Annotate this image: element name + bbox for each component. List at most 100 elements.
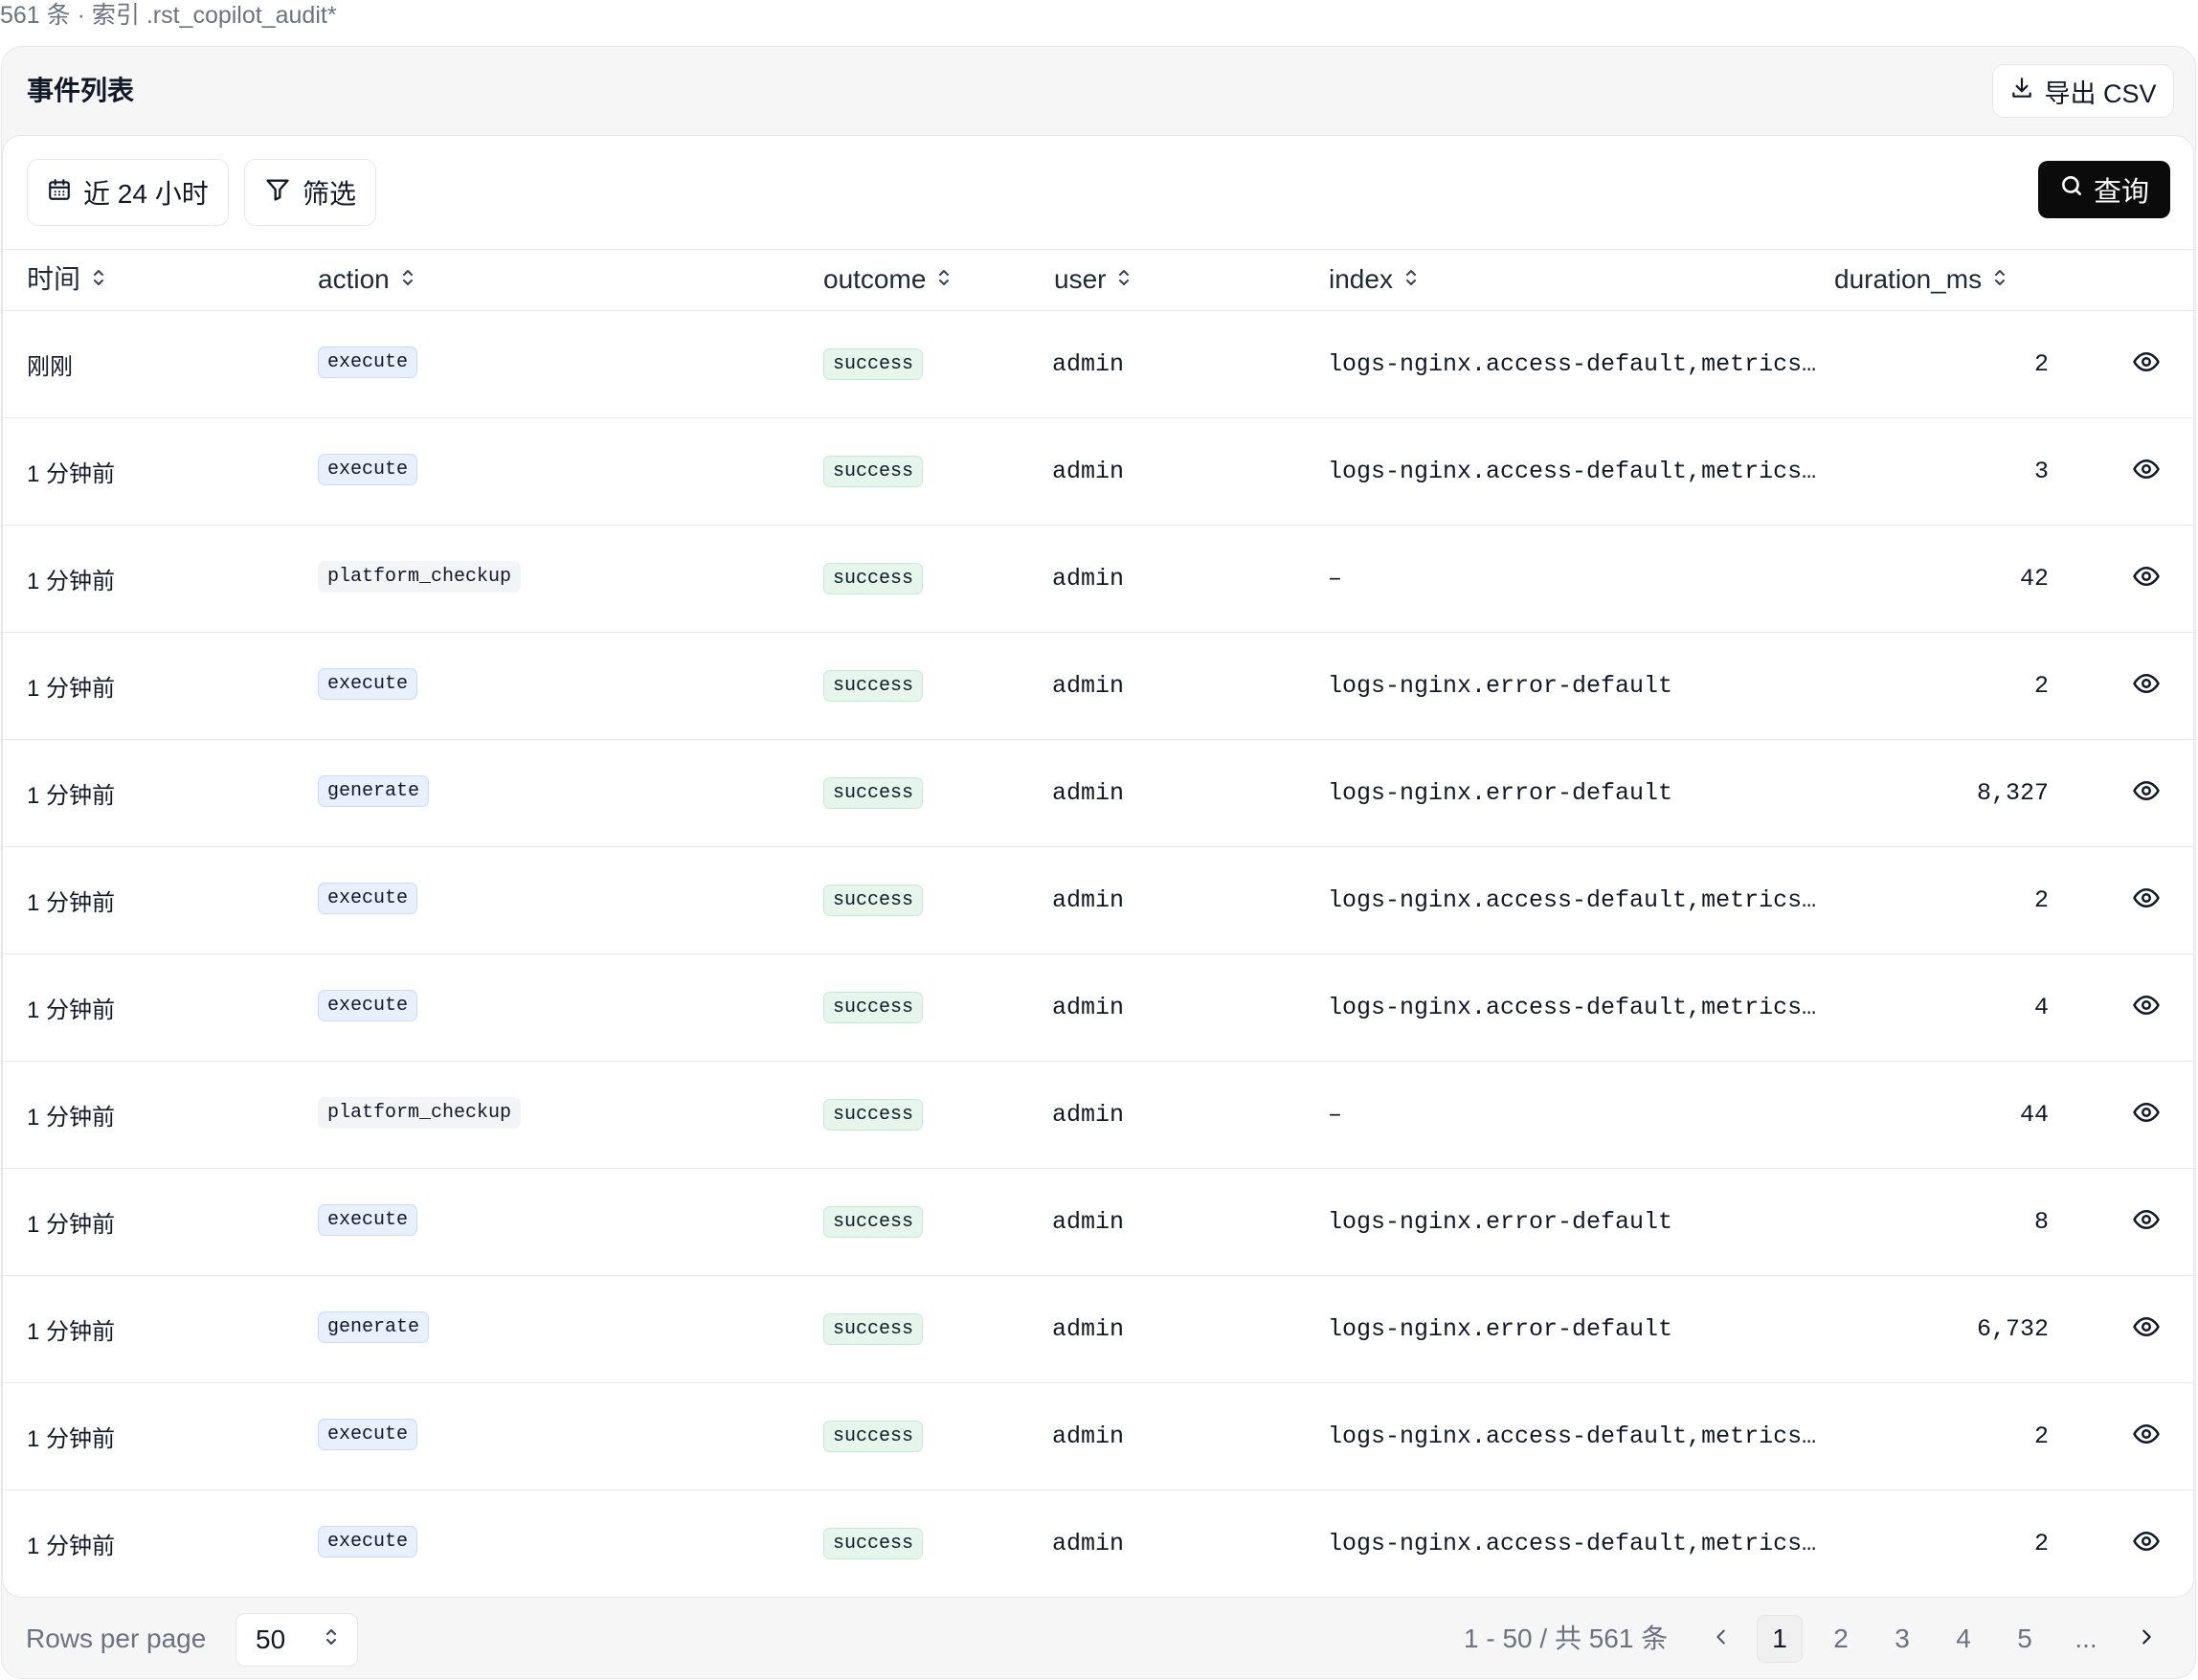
outcome-badge: success <box>823 1312 924 1345</box>
time-range-button[interactable]: 近 24 小时 <box>27 159 229 226</box>
cell-index: logs-nginx.error-default <box>1328 739 1672 846</box>
page-subtitle: 561 条 · 索引 .rst_copilot_audit* <box>0 2 337 29</box>
table-row[interactable]: 1 分钟前 execute success admin logs-nginx.acces… <box>3 846 2193 954</box>
view-detail-button[interactable] <box>2128 739 2164 846</box>
time-text: 1 分钟前 <box>27 997 116 1023</box>
index-text: logs-nginx.access-default,metrics… <box>1328 457 1817 485</box>
action-tag: execute <box>318 989 418 1021</box>
duration-text: 42 <box>2019 564 2049 593</box>
cell-user: admin <box>1052 739 1124 846</box>
table-row[interactable]: 1 分钟前 execute success admin logs-nginx.error… <box>3 1168 2193 1276</box>
duration-text: 2 <box>2033 1422 2049 1450</box>
time-text: 1 分钟前 <box>27 568 116 594</box>
view-detail-button[interactable] <box>2128 1275 2164 1382</box>
outcome-badge: success <box>823 884 924 916</box>
column-header-action[interactable]: action <box>318 249 416 310</box>
table-row[interactable]: 1 分钟前 execute success admin logs-nginx.error… <box>3 632 2193 740</box>
search-icon <box>2059 173 2084 206</box>
page-button-3[interactable]: 3 <box>1879 1598 1925 1680</box>
index-text: logs-nginx.access-default,metrics… <box>1328 993 1817 1021</box>
index-text: logs-nginx.error-default <box>1328 671 1673 700</box>
table-row[interactable]: 1 分钟前 execute success admin logs-nginx.acces… <box>3 417 2193 526</box>
table-row[interactable]: 1 分钟前 execute success admin logs-nginx.acces… <box>3 1490 2193 1597</box>
view-detail-button[interactable] <box>2128 1490 2164 1597</box>
table-row[interactable]: 1 分钟前 platform_checkup success admin – 42 <box>3 525 2193 633</box>
query-button[interactable]: 查询 <box>2038 161 2170 218</box>
table-footer: Rows per page 50 1 - 50 / 共 561 条 1 2 3 … <box>2 1598 2195 1680</box>
cell-user: admin <box>1052 953 1124 1061</box>
next-page-button[interactable] <box>2129 1598 2164 1680</box>
cell-action: execute <box>318 953 418 1061</box>
outcome-badge: success <box>823 1098 924 1131</box>
column-header-user[interactable]: user <box>1054 249 1133 310</box>
action-tag: platform_checkup <box>318 560 522 593</box>
column-label: action <box>318 264 390 294</box>
outcome-badge: success <box>823 455 924 487</box>
page-button-2[interactable]: 2 <box>1818 1598 1864 1680</box>
cell-action: execute <box>318 417 418 525</box>
toolbar: 近 24 小时 筛选 查询 <box>3 136 2193 250</box>
filter-button[interactable]: 筛选 <box>244 159 377 226</box>
user-text: admin <box>1052 1422 1125 1450</box>
table-row[interactable]: 1 分钟前 execute success admin logs-nginx.acces… <box>3 1382 2193 1490</box>
page-button-1[interactable]: 1 <box>1757 1615 1803 1663</box>
cell-user: admin <box>1052 1490 1124 1597</box>
eye-icon <box>2132 1527 2161 1560</box>
duration-text: 44 <box>2019 1100 2049 1129</box>
table-row[interactable]: 1 分钟前 generate success admin logs-nginx.erro… <box>3 739 2193 847</box>
user-text: admin <box>1052 778 1125 807</box>
table-row[interactable]: 刚刚 execute success admin logs-nginx.access-d… <box>3 310 2193 418</box>
page-button-5[interactable]: 5 <box>2002 1598 2048 1680</box>
cell-action: execute <box>318 1382 418 1490</box>
action-tag: generate <box>318 774 430 807</box>
cell-index: logs-nginx.access-default,metrics… <box>1328 1490 1816 1597</box>
outcome-badge: success <box>823 562 924 594</box>
index-text: – <box>1328 1100 1343 1129</box>
view-detail-button[interactable] <box>2128 525 2164 632</box>
cell-action: platform_checkup <box>318 1061 522 1168</box>
cell-user: admin <box>1052 417 1124 525</box>
view-detail-button[interactable] <box>2128 1168 2164 1275</box>
view-detail-button[interactable] <box>2128 1061 2164 1168</box>
cell-duration: 42 <box>2020 525 2049 632</box>
column-header-index[interactable]: index <box>1329 249 1420 310</box>
cell-duration: 2 <box>2034 632 2049 739</box>
table-row[interactable]: 1 分钟前 platform_checkup success admin – 44 <box>3 1061 2193 1169</box>
table-row[interactable]: 1 分钟前 generate success admin logs-nginx.erro… <box>3 1275 2193 1383</box>
duration-text: 3 <box>2033 457 2049 485</box>
view-detail-button[interactable] <box>2128 310 2164 417</box>
cell-outcome: success <box>823 953 924 1061</box>
export-csv-button[interactable]: 导出 CSV <box>1992 64 2174 118</box>
view-detail-button[interactable] <box>2128 632 2164 739</box>
cell-outcome: success <box>823 1382 924 1490</box>
export-csv-label: 导出 CSV <box>2044 78 2157 108</box>
cell-outcome: success <box>823 739 924 846</box>
sort-icon <box>1115 249 1133 310</box>
user-text: admin <box>1052 993 1125 1021</box>
cell-outcome: success <box>823 1168 924 1275</box>
cell-index: logs-nginx.error-default <box>1328 632 1672 739</box>
column-header-outcome[interactable]: outcome <box>823 249 953 310</box>
page-button-4[interactable]: 4 <box>1940 1598 1986 1680</box>
duration-text: 6,732 <box>1976 1314 2049 1343</box>
view-detail-button[interactable] <box>2128 846 2164 953</box>
view-detail-button[interactable] <box>2128 1382 2164 1490</box>
time-text: 1 分钟前 <box>27 1533 116 1559</box>
view-detail-button[interactable] <box>2128 417 2164 525</box>
eye-icon <box>2132 991 2161 1024</box>
time-text: 1 分钟前 <box>27 460 116 487</box>
column-header-time[interactable]: 时间 <box>27 249 107 310</box>
time-text: 1 分钟前 <box>27 675 116 702</box>
prev-page-button[interactable] <box>1704 1598 1738 1680</box>
download-icon <box>2009 76 2034 107</box>
column-header-duration[interactable]: duration_ms <box>1834 249 2008 310</box>
table-row[interactable]: 1 分钟前 execute success admin logs-nginx.acces… <box>3 953 2193 1062</box>
rows-per-page-select[interactable]: 50 <box>236 1613 358 1667</box>
view-detail-button[interactable] <box>2128 953 2164 1061</box>
cell-action: execute <box>318 632 418 739</box>
duration-text: 2 <box>2033 671 2049 700</box>
outcome-badge: success <box>823 1527 924 1559</box>
time-text: 1 分钟前 <box>27 1318 116 1345</box>
eye-icon <box>2132 884 2161 917</box>
duration-text: 2 <box>2033 349 2049 378</box>
